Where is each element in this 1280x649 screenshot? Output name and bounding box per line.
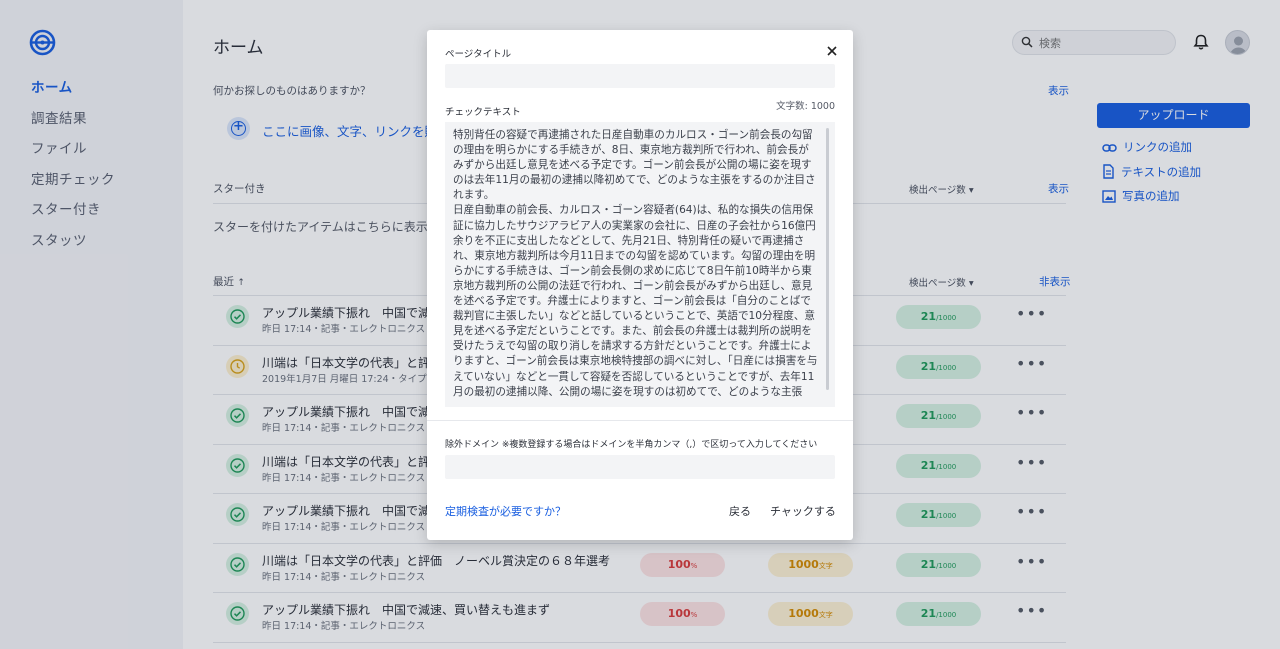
- page-title-label: ページタイトル: [445, 49, 512, 60]
- char-count: 文字数: 1000: [776, 101, 835, 112]
- periodic-check-link[interactable]: 定期検査が必要ですか？: [445, 503, 566, 519]
- back-button[interactable]: 戻る: [729, 503, 751, 519]
- check-text-content: 特別背任の容疑で再逮捕された日産自動車のカルロス・ゴーン前会長の勾留の理由を明ら…: [453, 129, 818, 398]
- check-text-area[interactable]: 特別背任の容疑で再逮捕された日産自動車のカルロス・ゴーン前会長の勾留の理由を明ら…: [445, 122, 835, 407]
- divider: [427, 420, 853, 421]
- check-text-label: チェックテキスト: [445, 107, 521, 118]
- exclude-domain-input[interactable]: [445, 455, 835, 479]
- scrollbar[interactable]: [826, 128, 829, 390]
- page-title-input[interactable]: [445, 64, 835, 88]
- exclude-domain-label: 除外ドメイン ※複数登録する場合はドメインを半角カンマ（,）で区切って入力してく…: [445, 440, 818, 450]
- close-icon[interactable]: [825, 44, 839, 58]
- check-text-modal: ページタイトル チェックテキスト 文字数: 1000 特別背任の容疑で再逮捕され…: [427, 30, 853, 540]
- check-button[interactable]: チャックする: [770, 503, 836, 519]
